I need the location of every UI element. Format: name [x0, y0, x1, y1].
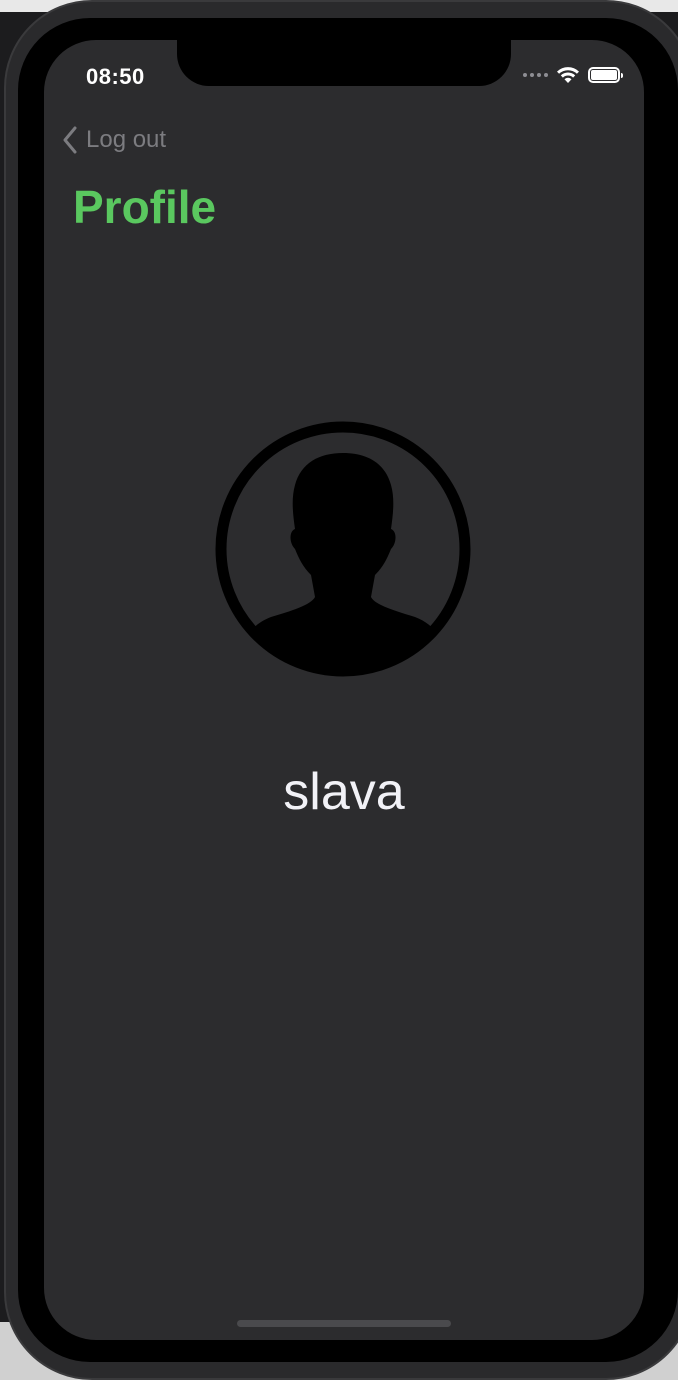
phone-screen: 08:50 Log out Profile slava — [44, 40, 644, 1340]
wifi-icon — [557, 67, 579, 83]
log-out-button[interactable]: Log out — [62, 126, 166, 154]
signal-icon — [523, 73, 548, 77]
log-out-label: Log out — [86, 126, 167, 153]
status-time: 08:50 — [86, 64, 145, 89]
username: slava — [283, 763, 405, 821]
page-title: Profile — [73, 181, 217, 233]
person-circle-icon — [215, 421, 471, 677]
battery-icon — [588, 67, 623, 83]
notch — [177, 40, 511, 86]
home-indicator[interactable] — [237, 1320, 451, 1327]
chevron-left-icon — [63, 126, 77, 154]
status-icons — [523, 66, 623, 84]
